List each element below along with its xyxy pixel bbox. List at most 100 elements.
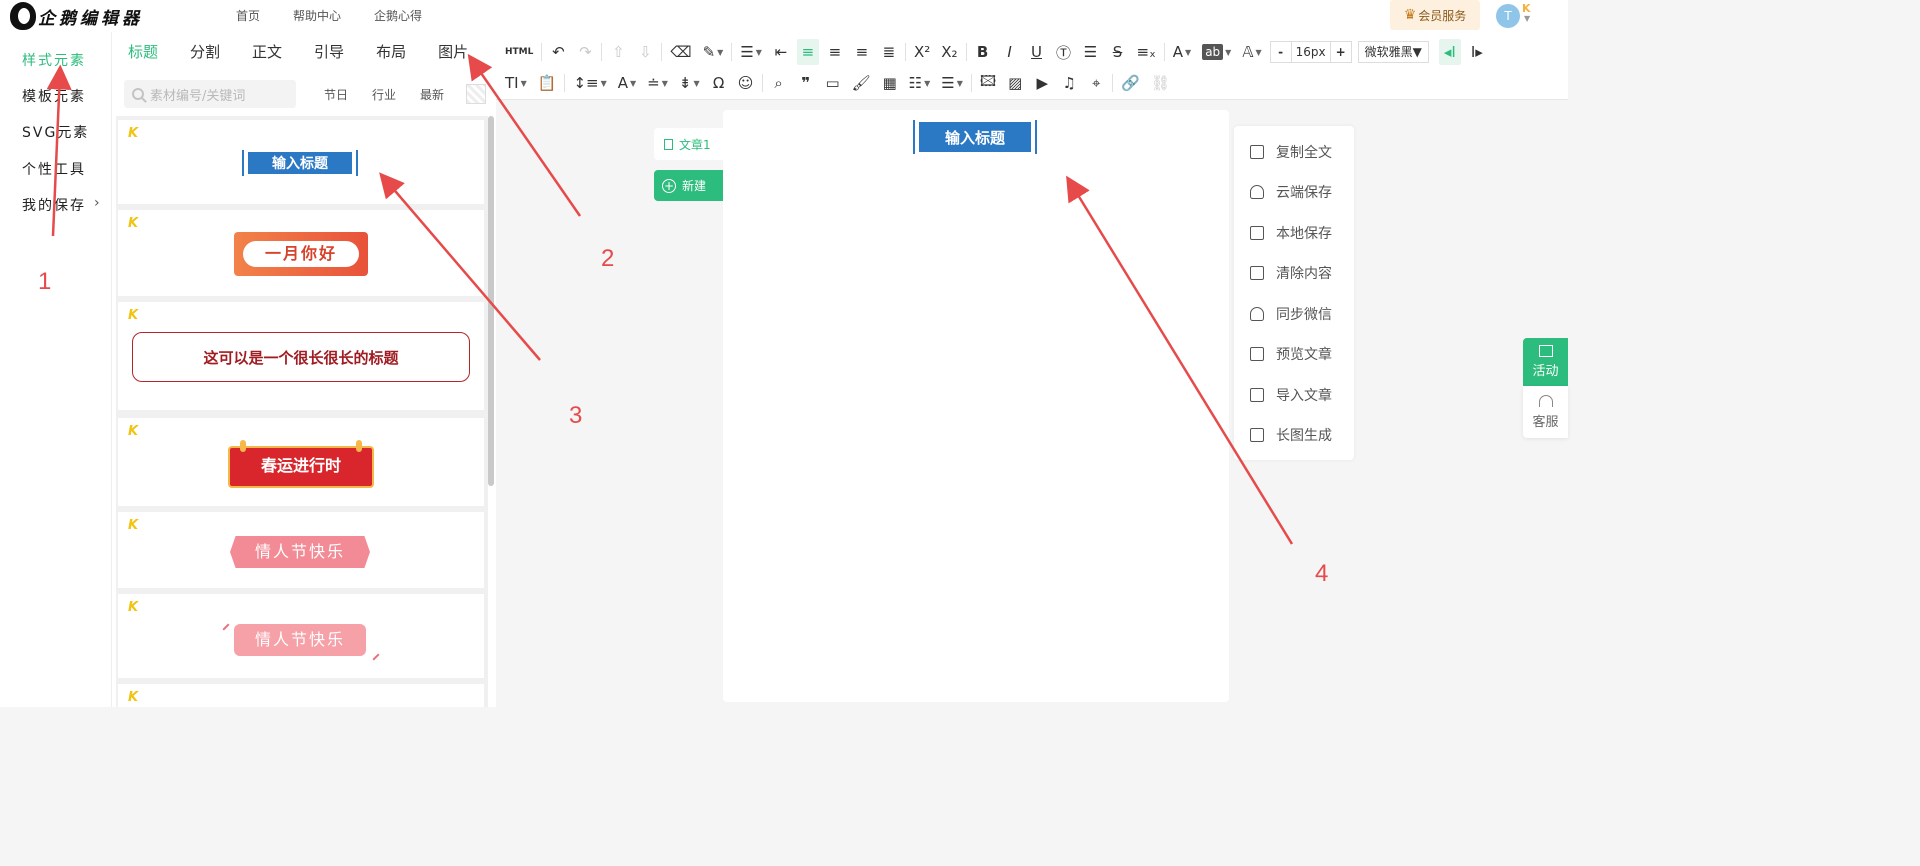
background-pattern-icon[interactable]: ▨: [1004, 70, 1026, 96]
nav-help-center[interactable]: 帮助中心: [293, 7, 341, 24]
sidebar-item-my-saves[interactable]: 我的保存: [22, 195, 86, 215]
font-color-icon[interactable]: A ▼: [1170, 39, 1194, 65]
text-direction-right-icon[interactable]: I▸: [1466, 39, 1488, 65]
align-right-icon[interactable]: ≡: [851, 39, 873, 65]
bold-icon[interactable]: B: [972, 39, 994, 65]
italic-icon[interactable]: I: [999, 39, 1021, 65]
list-item[interactable]: K 春运进行时: [118, 418, 484, 506]
paragraph-spacing-icon[interactable]: ≐ ▼: [644, 70, 671, 96]
font-size-decrease-button[interactable]: -: [1271, 45, 1291, 59]
sidebar-item-custom-tools[interactable]: 个性工具: [22, 159, 86, 179]
horizontal-rule-icon[interactable]: ▭: [822, 70, 844, 96]
letter-spacing-icon[interactable]: A ▼: [615, 70, 639, 96]
table-icon[interactable]: ▦: [879, 70, 901, 96]
filter-industry[interactable]: 行业: [372, 86, 396, 103]
clear-format-icon[interactable]: ≡ₓ: [1134, 39, 1159, 65]
long-image-button[interactable]: 长图生成: [1250, 425, 1332, 445]
local-save-button[interactable]: 本地保存: [1250, 223, 1332, 243]
clear-content-button[interactable]: 清除内容: [1250, 263, 1332, 283]
chevron-right-icon[interactable]: ›: [94, 195, 100, 211]
ordered-list-icon[interactable]: ☷ ▼: [906, 70, 934, 96]
font-size-value[interactable]: 16px: [1290, 42, 1331, 62]
html-mode-button[interactable]: HTML: [502, 39, 536, 65]
search-input[interactable]: 素材编号/关键词: [124, 80, 296, 108]
unlink-icon[interactable]: ⛓: [1148, 70, 1173, 96]
list-item[interactable]: K 情人节快乐: [118, 512, 484, 588]
video-icon[interactable]: ▶: [1031, 70, 1053, 96]
music-icon[interactable]: ♫: [1058, 70, 1080, 96]
avatar[interactable]: T: [1496, 4, 1520, 28]
sidebar-item-svg-elements[interactable]: SVG元素: [22, 122, 89, 142]
tab-layout[interactable]: 布局: [376, 41, 406, 62]
quote-icon[interactable]: ❞: [795, 70, 817, 96]
cloud-save-button[interactable]: 云端保存: [1250, 182, 1332, 202]
outdent-icon[interactable]: ⇤: [770, 39, 792, 65]
tab-title[interactable]: 标题: [128, 41, 158, 62]
list-item[interactable]: K 这可以是一个很长很长的标题: [118, 302, 484, 410]
eraser-icon[interactable]: ⌫: [667, 39, 694, 65]
sync-wechat-button[interactable]: 同步微信: [1250, 304, 1332, 324]
redo-icon[interactable]: ↷: [574, 39, 596, 65]
doc-tab[interactable]: 文章1: [654, 128, 724, 160]
font-size-icon[interactable]: TI ▼: [502, 70, 530, 96]
highlight-color-icon[interactable]: ab ▼: [1199, 39, 1234, 65]
move-up-icon[interactable]: ⇧: [607, 39, 629, 65]
import-article-button[interactable]: 导入文章: [1250, 385, 1332, 405]
font-size-stepper[interactable]: - 16px +: [1269, 41, 1352, 63]
tab-image[interactable]: 图片: [438, 41, 468, 62]
format-brush-icon[interactable]: ✎ ▼: [700, 39, 727, 65]
logo[interactable]: 企鹅编辑器: [10, 2, 143, 30]
list-item[interactable]: K 情人节快乐: [118, 594, 484, 678]
align-justify-icon[interactable]: ≣: [878, 39, 900, 65]
text-direction-left-icon[interactable]: ◂I: [1438, 39, 1461, 65]
list-item[interactable]: K: [118, 684, 484, 707]
font-effect-icon[interactable]: 𝔸 ▼: [1239, 39, 1264, 65]
copy-all-button[interactable]: 复制全文: [1250, 142, 1332, 162]
grid-view-icon[interactable]: [466, 84, 487, 104]
link-icon[interactable]: 🔗: [1118, 70, 1143, 96]
image-icon[interactable]: 🖾: [977, 70, 999, 96]
find-replace-icon[interactable]: ⌕: [768, 70, 790, 96]
editor-page[interactable]: 输入标题: [723, 110, 1229, 702]
filter-holiday[interactable]: 节日: [324, 86, 348, 103]
move-down-icon[interactable]: ⇩: [634, 39, 656, 65]
nav-home[interactable]: 首页: [236, 7, 260, 24]
subscript-icon[interactable]: X₂: [938, 39, 960, 65]
chevron-down-icon[interactable]: ▼: [1524, 14, 1530, 23]
activity-button[interactable]: 活动: [1523, 338, 1568, 386]
tab-body-text[interactable]: 正文: [252, 41, 282, 62]
underline-icon[interactable]: U: [1026, 39, 1048, 65]
superscript-icon[interactable]: X²: [911, 39, 933, 65]
nav-penguin-tips[interactable]: 企鹅心得: [374, 7, 422, 24]
align-center-icon[interactable]: ≡: [824, 39, 846, 65]
editor-heading[interactable]: 输入标题: [919, 122, 1031, 152]
preview-article-button[interactable]: 预览文章: [1250, 344, 1332, 364]
list-item[interactable]: K 输入标题: [118, 120, 484, 204]
customer-service-button[interactable]: 客服: [1523, 386, 1568, 438]
filter-latest[interactable]: 最新: [420, 86, 444, 103]
special-char-icon[interactable]: Ω: [708, 70, 730, 96]
sidebar-item-style-elements[interactable]: 样式元素: [22, 50, 86, 70]
tab-guide[interactable]: 引导: [314, 41, 344, 62]
scrollbar[interactable]: [488, 116, 494, 486]
align-left-icon[interactable]: ≡: [796, 39, 819, 65]
location-icon[interactable]: ⌖: [1085, 70, 1107, 96]
undo-icon[interactable]: ↶: [547, 39, 569, 65]
strikethrough-icon[interactable]: S: [1107, 39, 1129, 65]
paint-brush-icon[interactable]: 🖌: [849, 70, 874, 96]
text-border-icon[interactable]: Ⓣ: [1053, 39, 1075, 65]
font-size-increase-button[interactable]: +: [1331, 45, 1351, 59]
new-document-button[interactable]: + 新建: [654, 170, 724, 201]
indent-icon[interactable]: ☰ ▼: [737, 39, 765, 65]
indent-first-line-icon[interactable]: ⇟ ▼: [676, 70, 703, 96]
unordered-list-icon[interactable]: ☰ ▼: [938, 70, 966, 96]
paste-icon[interactable]: 📋: [535, 70, 560, 96]
tab-divider[interactable]: 分割: [190, 41, 220, 62]
sidebar-item-template-elements[interactable]: 模板元素: [22, 86, 86, 106]
editor-heading-block[interactable]: 输入标题: [913, 120, 1037, 154]
line-height-icon[interactable]: ↕≡ ▼: [570, 70, 609, 96]
line-through-style-icon[interactable]: ☰: [1080, 39, 1102, 65]
font-family-select[interactable]: 微软雅黑▼: [1357, 41, 1429, 63]
list-item[interactable]: K 一月你好: [118, 210, 484, 296]
vip-service-button[interactable]: ♛ 会员服务: [1390, 0, 1480, 30]
